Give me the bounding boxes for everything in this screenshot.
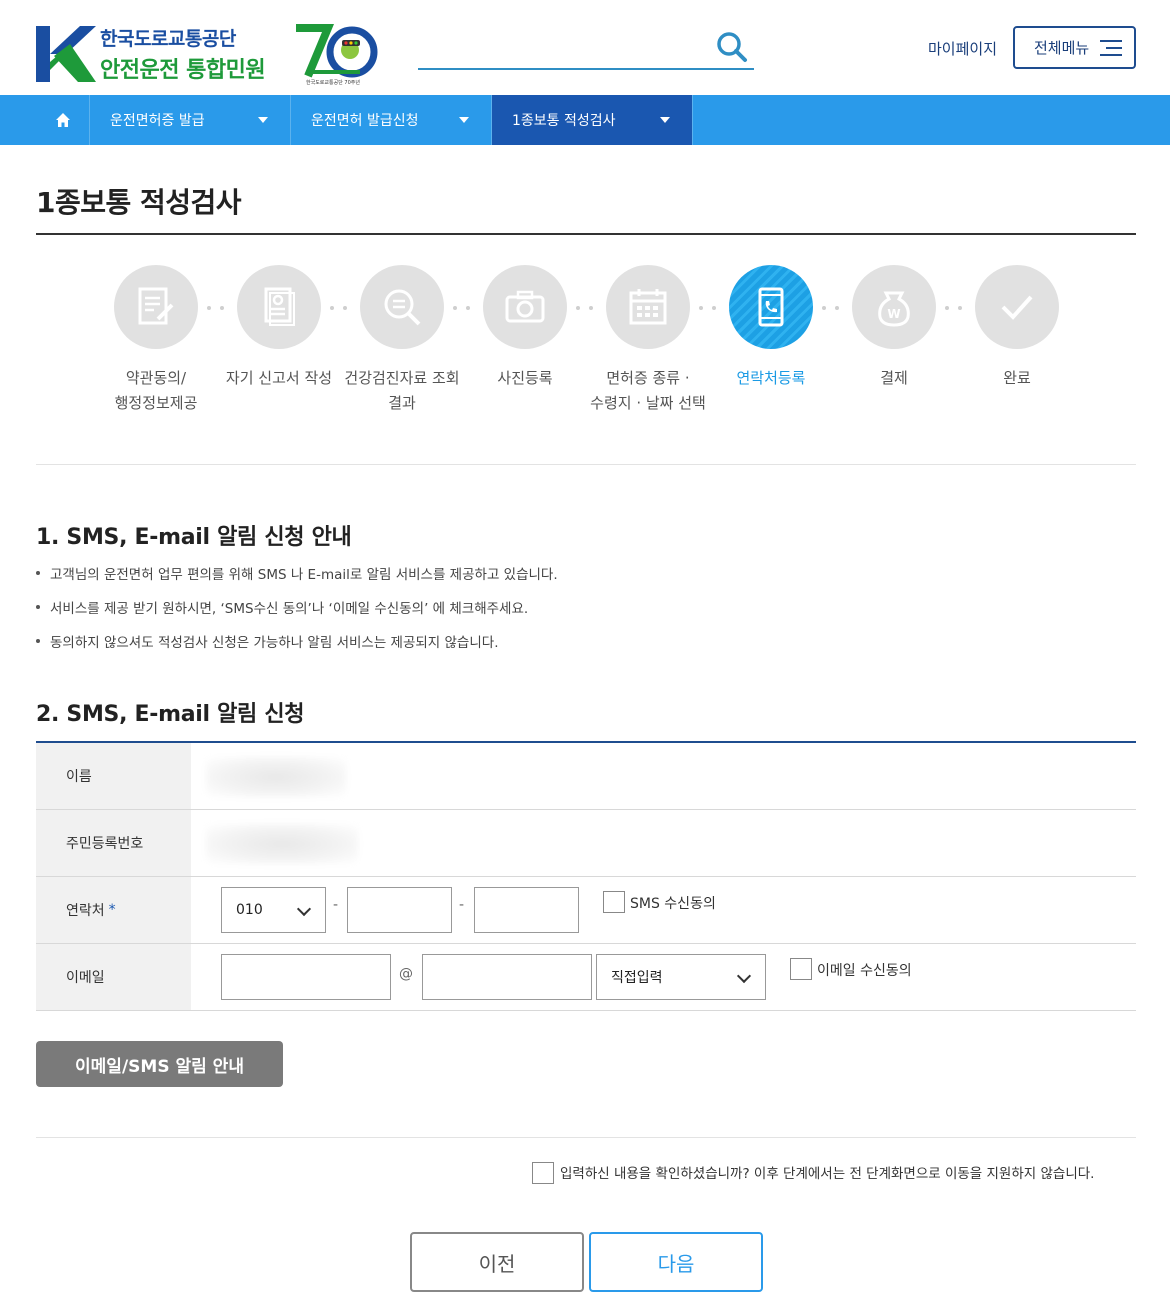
email-consent-label[interactable]: 이메일 수신동의 bbox=[817, 960, 912, 980]
email-id-input[interactable] bbox=[221, 954, 391, 1000]
hamburger-icon bbox=[1100, 40, 1122, 58]
caret-down-icon bbox=[258, 117, 268, 123]
nav-item-label: 운전면허 발급신청 bbox=[311, 113, 419, 129]
name-value-masked bbox=[206, 757, 346, 797]
nav-item-label: 운전면허증 발급 bbox=[110, 113, 205, 129]
anniversary-emblem: 한국도로교통공단 70주년 bbox=[296, 24, 378, 86]
required-mark: * bbox=[108, 902, 116, 918]
notice-bullet: 서비스를 제공 받기 원하시면, ‘SMS수신 동의’나 ‘이메일 수신동의’ … bbox=[36, 597, 528, 617]
won-bag-icon: W bbox=[878, 291, 910, 327]
document-pen-icon bbox=[138, 287, 174, 325]
org-name: 한국도로교통공단 bbox=[100, 28, 236, 50]
title-divider bbox=[36, 233, 1136, 235]
notice-bullet: 고객님의 운전면허 업무 편의를 위해 SMS 나 E-mail로 알림 서비스… bbox=[36, 563, 558, 583]
section1-title: 1. SMS, E-mail 알림 신청 안내 bbox=[36, 525, 352, 550]
notice-bullet: 동의하지 않으셔도 적성검사 신청은 가능하나 알림 서비스는 제공되지 않습니… bbox=[36, 631, 498, 651]
check-icon bbox=[1001, 295, 1033, 320]
home-icon bbox=[55, 113, 70, 127]
prev-button[interactable]: 이전 bbox=[410, 1232, 584, 1292]
section2-title: 2. SMS, E-mail 알림 신청 bbox=[36, 702, 305, 727]
phone-middle-input[interactable] bbox=[347, 887, 452, 933]
step-connector bbox=[695, 306, 725, 310]
page-title: 1종보통 적성검사 bbox=[36, 186, 242, 219]
step-connector bbox=[326, 306, 356, 310]
caret-down-icon bbox=[660, 117, 670, 123]
sms-consent-label[interactable]: SMS 수신동의 bbox=[630, 893, 716, 913]
next-button[interactable]: 다음 bbox=[589, 1232, 763, 1292]
home-button[interactable] bbox=[36, 95, 90, 145]
phone-prefix-select[interactable]: 010 bbox=[221, 887, 326, 933]
step-2-circle bbox=[237, 265, 321, 349]
calendar-icon bbox=[629, 289, 667, 325]
breadcrumb-nav: 운전면허증 발급 운전면허 발급신청 1종보통 적성검사 bbox=[0, 95, 1170, 145]
form-row-name: 이름 bbox=[36, 743, 1136, 810]
svg-text:W: W bbox=[887, 307, 900, 321]
phone-separator: - bbox=[333, 897, 339, 913]
section-divider bbox=[36, 464, 1136, 465]
step-connector bbox=[449, 306, 479, 310]
form-row-email: 이메일 @ 직접입력 이메일 수신동의 bbox=[36, 944, 1136, 1011]
search-document-icon bbox=[384, 289, 421, 326]
phone-last-input[interactable] bbox=[474, 887, 579, 933]
search-button[interactable] bbox=[714, 30, 750, 66]
search-bar bbox=[418, 30, 754, 70]
step-4-circle bbox=[483, 265, 567, 349]
caret-down-icon bbox=[459, 117, 469, 123]
email-consent-checkbox[interactable] bbox=[790, 958, 812, 980]
step-connector bbox=[941, 306, 971, 310]
form-person-icon bbox=[264, 287, 295, 326]
all-menu-button[interactable]: 전체메뉴 bbox=[1013, 26, 1136, 69]
name-label: 이름 bbox=[36, 743, 191, 809]
email-domain-input[interactable] bbox=[422, 954, 592, 1000]
chevron-down-icon bbox=[296, 901, 312, 917]
email-label: 이메일 bbox=[36, 944, 191, 1010]
kotsa-logo[interactable] bbox=[36, 26, 96, 82]
service-name: 안전운전 통합민원 bbox=[100, 58, 266, 83]
nav-item-label: 1종보통 적성검사 bbox=[512, 113, 616, 129]
phone-label: 연락처 * bbox=[36, 877, 191, 943]
section-divider bbox=[36, 1137, 1136, 1138]
step-1-circle bbox=[114, 265, 198, 349]
email-at-sign: @ bbox=[399, 966, 413, 982]
form-row-phone: 연락처 * 010 - - SMS 수신동의 bbox=[36, 877, 1136, 944]
step-3-circle bbox=[360, 265, 444, 349]
confirm-checkbox[interactable] bbox=[532, 1162, 554, 1184]
step-connector bbox=[572, 306, 602, 310]
site-header: 한국도로교통공단 안전운전 통합민원 한국도로교통공단 70주년 마이페이지 전… bbox=[0, 0, 1170, 95]
nav-item-aptitude-test[interactable]: 1종보통 적성검사 bbox=[492, 95, 693, 145]
email-domain-select[interactable]: 직접입력 bbox=[596, 954, 766, 1000]
step-6-circle-active bbox=[729, 265, 813, 349]
nav-item-license-apply[interactable]: 운전면허 발급신청 bbox=[291, 95, 492, 145]
rrn-value-masked bbox=[206, 824, 358, 864]
step-label-complete: 완료 bbox=[1003, 369, 1031, 387]
nav-item-license-issue[interactable]: 운전면허증 발급 bbox=[90, 95, 291, 145]
all-menu-label: 전체메뉴 bbox=[1034, 39, 1090, 57]
phone-icon bbox=[758, 287, 784, 327]
step-5-circle bbox=[606, 265, 690, 349]
step-7-circle: W bbox=[852, 265, 936, 349]
form-row-rrn: 주민등록번호 bbox=[36, 810, 1136, 877]
step-connector bbox=[818, 306, 848, 310]
notification-info-button[interactable]: 이메일/SMS 알림 안내 bbox=[36, 1041, 283, 1087]
camera-icon bbox=[505, 290, 545, 323]
sms-consent-checkbox[interactable] bbox=[603, 891, 625, 913]
mypage-link[interactable]: 마이페이지 bbox=[928, 38, 997, 59]
step-8-circle bbox=[975, 265, 1059, 349]
rrn-label: 주민등록번호 bbox=[36, 810, 191, 876]
anniversary-text: 한국도로교통공단 70주년 bbox=[306, 79, 360, 86]
search-icon bbox=[717, 31, 747, 62]
phone-separator: - bbox=[459, 897, 465, 913]
confirm-label[interactable]: 입력하신 내용을 확인하셨습니까? 이후 단계에서는 전 단계화면으로 이동을 … bbox=[560, 1162, 1094, 1182]
search-input[interactable] bbox=[418, 30, 708, 66]
step-connector bbox=[203, 306, 233, 310]
chevron-down-icon bbox=[736, 968, 752, 984]
